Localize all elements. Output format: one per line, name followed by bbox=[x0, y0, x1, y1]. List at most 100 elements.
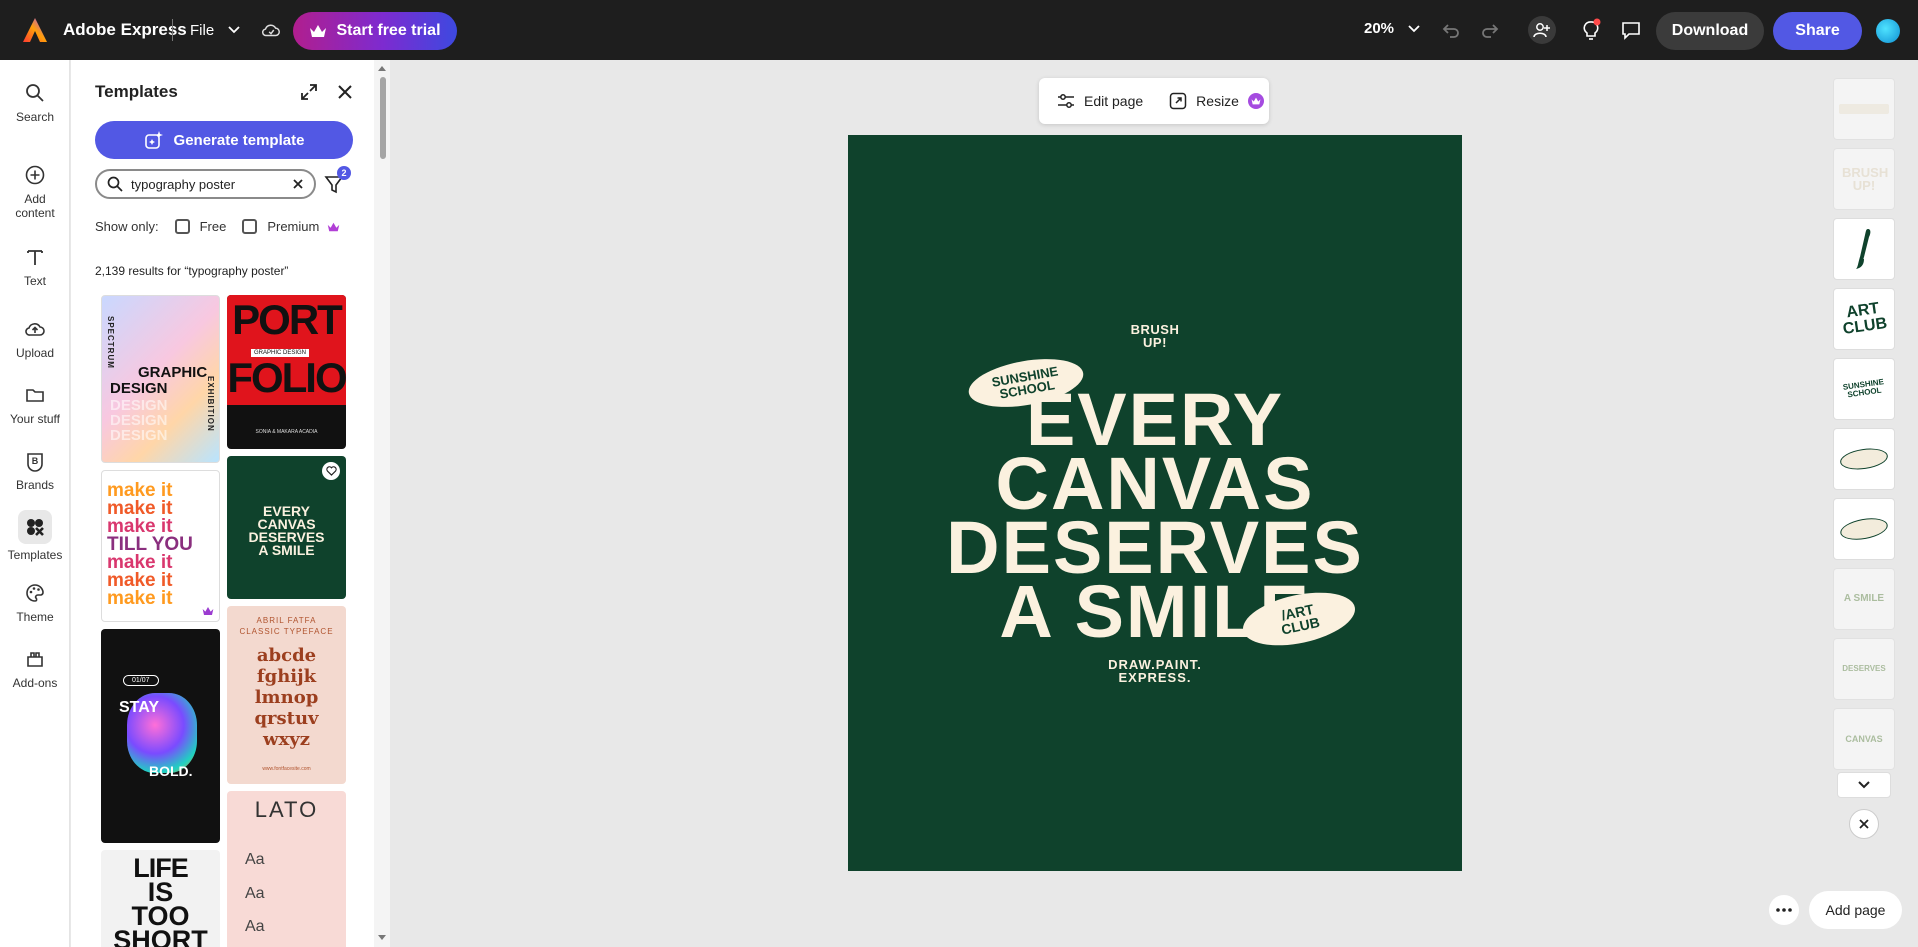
comment-icon[interactable] bbox=[1619, 18, 1643, 42]
tile-text: GRAPHIC bbox=[138, 364, 208, 381]
start-free-trial-button[interactable]: Start free trial bbox=[293, 12, 457, 50]
file-menu-label: File bbox=[190, 21, 215, 39]
expand-icon[interactable] bbox=[299, 82, 319, 102]
add-person-icon bbox=[1533, 23, 1550, 38]
rail-item-text[interactable]: Text bbox=[0, 246, 70, 288]
crown-icon bbox=[310, 25, 327, 37]
favorite-button[interactable] bbox=[322, 462, 340, 480]
template-tile[interactable]: 01/07 STAY BOLD. bbox=[101, 629, 220, 843]
edit-page-button[interactable]: Edit page bbox=[1057, 93, 1143, 109]
avatar[interactable] bbox=[1876, 19, 1900, 43]
scroll-down-icon[interactable] bbox=[377, 934, 387, 942]
template-tile[interactable]: PORT GRAPHIC DESIGN FOLIO SONIA & MAKARA… bbox=[227, 295, 346, 449]
rail-item-your-stuff[interactable]: Your stuff bbox=[0, 384, 70, 426]
add-page-button[interactable]: Add page bbox=[1809, 891, 1902, 929]
rail-item-templates[interactable]: Templates bbox=[0, 510, 70, 562]
template-tile[interactable]: SPECTRUM GRAPHIC DESIGN EXHIBITION DESIG… bbox=[101, 295, 220, 463]
panel-scrollbar[interactable] bbox=[374, 60, 390, 947]
layer-thumb[interactable] bbox=[1833, 428, 1895, 490]
layer-label: BRUSH UP! bbox=[1842, 165, 1889, 193]
panel-scroll-thumb[interactable] bbox=[380, 77, 386, 159]
undo-icon[interactable] bbox=[1439, 18, 1463, 42]
divider bbox=[172, 19, 173, 41]
rail-label: Upload bbox=[15, 346, 55, 360]
chevron-down-icon bbox=[228, 26, 240, 34]
templates-icon bbox=[27, 519, 44, 536]
text-icon bbox=[27, 250, 43, 265]
search-input[interactable] bbox=[131, 176, 281, 192]
template-tile[interactable]: ABRIL FATFA CLASSIC TYPEFACE abcde fghij… bbox=[227, 606, 346, 784]
tile-text: BOLD. bbox=[149, 763, 193, 779]
download-button[interactable]: Download bbox=[1656, 12, 1764, 50]
premium-checkbox[interactable] bbox=[242, 219, 258, 234]
filter-count-badge: 2 bbox=[337, 166, 351, 180]
sliders-icon bbox=[1058, 94, 1074, 108]
adobe-logo-icon[interactable] bbox=[22, 17, 48, 43]
zoom-select[interactable]: 20% bbox=[1364, 20, 1420, 37]
lightbulb-icon[interactable] bbox=[1579, 18, 1603, 42]
show-only-row: Show only: Free Premium bbox=[95, 219, 340, 234]
rail-label: Search bbox=[15, 110, 55, 124]
rail-item-brands[interactable]: B Brands bbox=[0, 450, 70, 492]
rail-item-add-content[interactable]: Add content bbox=[0, 164, 70, 220]
template-tile[interactable]: make it make it make it TILL YOU make it… bbox=[101, 470, 220, 622]
tile-text: SPECTRUM bbox=[106, 316, 115, 369]
cloud-sync-icon[interactable] bbox=[260, 19, 282, 41]
tile-text: PORT bbox=[232, 296, 343, 343]
rail-item-add-ons[interactable]: Add-ons bbox=[0, 648, 70, 690]
tile-text: SONIA & MAKARA ACADIA bbox=[255, 429, 318, 435]
close-icon[interactable] bbox=[335, 82, 355, 102]
resize-label: Resize bbox=[1196, 93, 1239, 109]
rail-item-upload[interactable]: Upload bbox=[0, 318, 70, 360]
template-tile[interactable]: LIFE IS TOO SHORT bbox=[101, 850, 220, 947]
layer-thumb[interactable]: SUNSHINE SCHOOL bbox=[1833, 358, 1895, 420]
resize-button[interactable]: Resize bbox=[1169, 92, 1264, 110]
clear-search-icon[interactable] bbox=[291, 177, 305, 191]
free-checkbox[interactable] bbox=[174, 219, 190, 234]
panel-title: Templates bbox=[95, 82, 178, 101]
template-tile[interactable]: EVERY CANVAS DESERVES A SMILE bbox=[227, 456, 346, 599]
sparkle-icon bbox=[144, 131, 163, 149]
layer-thumb[interactable]: BRUSH UP! bbox=[1833, 148, 1895, 210]
generate-template-button[interactable]: Generate template bbox=[95, 121, 353, 159]
layer-thumb[interactable]: ART CLUB bbox=[1833, 288, 1895, 350]
show-only-label: Show only: bbox=[95, 219, 159, 234]
share-button[interactable]: Share bbox=[1773, 12, 1862, 50]
tile-text: CLASSIC TYPEFACE bbox=[239, 627, 334, 636]
layer-thumb[interactable] bbox=[1833, 78, 1895, 140]
layer-thumb[interactable]: DESERVES bbox=[1833, 638, 1895, 700]
upload-icon bbox=[25, 323, 45, 336]
redo-icon[interactable] bbox=[1478, 18, 1502, 42]
rail-item-search[interactable]: Search bbox=[0, 82, 70, 124]
layers-more-button[interactable] bbox=[1837, 772, 1891, 798]
tile-line: fghijk bbox=[256, 666, 317, 687]
close-layers-button[interactable] bbox=[1849, 809, 1879, 839]
more-options-button[interactable] bbox=[1769, 895, 1799, 925]
page-toolbar: Edit page Resize bbox=[1039, 78, 1269, 124]
layer-thumb[interactable]: CANVAS bbox=[1833, 708, 1895, 770]
tile-text: A SMILE bbox=[258, 542, 315, 558]
file-menu[interactable]: File bbox=[190, 16, 240, 44]
invite-collaborator-button[interactable] bbox=[1528, 16, 1556, 44]
heart-icon bbox=[325, 466, 337, 476]
tile-text: ABRIL FATFA bbox=[256, 616, 317, 625]
scroll-up-icon[interactable] bbox=[377, 64, 387, 72]
premium-label: Premium bbox=[267, 219, 320, 234]
paintbrush-icon bbox=[1856, 229, 1871, 269]
tile-text: DESIGN bbox=[110, 380, 168, 397]
layer-thumb[interactable] bbox=[1833, 498, 1895, 560]
layer-label: A SMILE bbox=[1843, 593, 1885, 604]
layer-thumb[interactable]: A SMILE bbox=[1833, 568, 1895, 630]
poster-bottom-text[interactable]: DRAW.PAINT. EXPRESS. bbox=[1055, 658, 1255, 684]
close-icon bbox=[1859, 819, 1869, 829]
rail-item-theme[interactable]: Theme bbox=[0, 582, 70, 624]
tile-line: make it bbox=[107, 588, 173, 609]
template-tile[interactable]: LATO Aa Aa Aa bbox=[227, 791, 346, 947]
poster-artboard[interactable]: BRUSH UP! SUNSHINE SCHOOL EVERY CANVAS D… bbox=[848, 135, 1462, 871]
addons-icon bbox=[27, 652, 43, 667]
premium-badge bbox=[1247, 93, 1264, 109]
poster-headline-line4[interactable]: A SMILE bbox=[848, 575, 1462, 649]
layer-thumb[interactable] bbox=[1833, 218, 1895, 280]
search-icon bbox=[107, 176, 123, 192]
poster-top-text[interactable]: BRUSH UP! bbox=[1108, 323, 1202, 349]
